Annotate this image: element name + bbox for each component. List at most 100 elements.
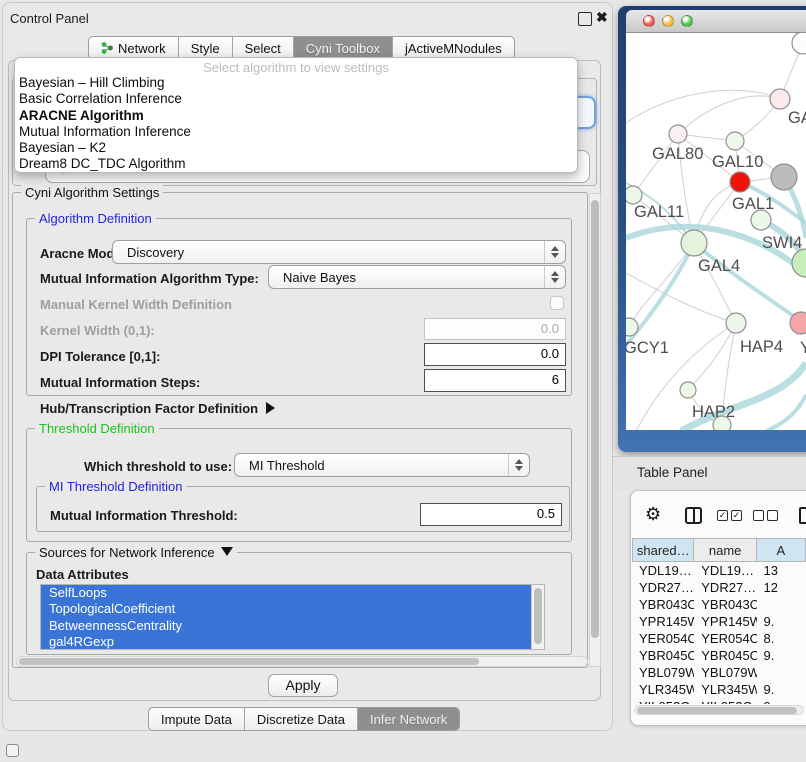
tab-impute-data[interactable]: Impute Data [149,708,245,730]
tab-cyni-toolbox[interactable]: Cyni Toolbox [294,37,393,59]
gear-icon[interactable]: ⚙ [645,504,661,525]
algorithm-popup-placeholder: Select algorithm to view settings [15,58,577,75]
table-row[interactable]: YLR345WYLR345W9. [632,681,806,698]
network-node[interactable] [770,89,790,109]
dpi-tolerance-field[interactable]: 0.0 [424,343,566,366]
table-row[interactable]: YBL079WYBL079W [632,664,806,681]
apply-button[interactable]: Apply [268,674,338,697]
network-edge[interactable] [766,395,806,430]
network-node[interactable] [751,210,771,230]
sources-title[interactable]: Sources for Network Inference [35,545,237,560]
table-row[interactable]: YBR045CYBR045C9. [632,647,806,664]
table-row[interactable]: YPR145WYPR145W9. [632,613,806,630]
table-hscrollbar-thumb[interactable] [637,707,797,714]
tab-style[interactable]: Style [179,37,233,59]
sources-title-text: Sources for Network Inference [39,545,215,560]
network-node[interactable] [626,186,642,204]
network-edge[interactable] [633,134,678,195]
network-node[interactable] [792,33,806,54]
minimize-window-icon[interactable] [662,15,674,27]
network-node[interactable] [790,312,806,334]
expanded-arrow-icon [221,547,233,556]
table-row[interactable]: YDR27…YDR27…12 [632,579,806,596]
cyni-bottom-tabs: Impute DataDiscretize DataInfer Network [148,707,460,731]
show-columns-icon[interactable]: ✓✓ [717,510,745,528]
manual-kernel-checkbox[interactable] [550,296,564,310]
mi-type-label: Mutual Information Algorithm Type: [40,271,259,286]
table-cell: YIL052C [632,698,694,704]
mi-steps-field[interactable]: 6 [424,369,566,392]
which-threshold-combo[interactable]: MI Threshold [234,453,530,477]
column-header-name[interactable]: name [694,538,756,562]
collapsed-panel-icon[interactable] [6,744,19,757]
tab-select[interactable]: Select [233,37,294,59]
split-columns-icon[interactable] [685,507,702,524]
combo-stepper-icon [544,241,565,263]
column-header-shared[interactable]: shared… [632,538,694,562]
settings-scrollbar-thumb[interactable] [591,200,599,638]
settings-hscrollbar[interactable] [16,656,588,667]
table-cell: YPR145W [694,613,756,630]
table-cell: YBR043C [694,596,756,613]
data-attribute-item[interactable]: TopologicalCoefficient [41,601,544,617]
network-canvas[interactable]: GALGAL80GAL10GAL1GAL11SWI4GAL4GCY1HAP4YH… [626,33,806,430]
network-edge[interactable] [629,243,694,327]
tab-discretize-data[interactable]: Discretize Data [245,708,358,730]
mi-threshold-field[interactable]: 0.5 [420,503,562,526]
network-node[interactable] [626,318,638,336]
close-window-icon[interactable] [643,15,655,27]
network-edge[interactable] [694,243,806,325]
network-node[interactable] [681,230,707,256]
network-node[interactable] [726,132,744,150]
network-node[interactable] [792,249,806,277]
attributes-list-scrollbar[interactable] [531,585,544,649]
algorithm-popup-item[interactable]: ARACNE Algorithm [15,108,577,124]
aracne-mode-combo[interactable]: Discovery [112,240,566,264]
float-panel-icon[interactable] [578,12,592,26]
network-edge[interactable] [626,273,736,323]
table-cell: 9. [757,613,806,630]
kernel-width-field[interactable]: 0.0 [424,318,566,340]
data-attribute-item[interactable]: BetweennessCentrality [41,618,544,634]
tab-network[interactable]: Network [89,37,179,59]
close-panel-icon[interactable]: ✖ [596,9,608,26]
document-icon[interactable] [799,507,806,524]
attributes-scrollbar-thumb[interactable] [534,588,542,644]
network-edge[interactable] [678,96,780,134]
table-row[interactable]: YDL19…YDL19…13 [632,562,806,579]
network-window-titlebar[interactable] [626,10,806,33]
tab-jactivemnodules[interactable]: jActiveMNodules [393,37,514,59]
column-header-A[interactable]: A [757,538,806,562]
hub-definition-toggle[interactable]: Hub/Transcription Factor Definition [40,401,275,416]
network-node[interactable] [669,125,687,143]
hide-columns-icon[interactable] [753,510,781,528]
data-attribute-item[interactable]: gal4RGexp [41,634,544,650]
network-node[interactable] [771,164,797,190]
network-node[interactable] [726,313,746,333]
network-node[interactable] [730,172,750,192]
zoom-window-icon[interactable] [681,15,693,27]
cyni-settings-title: Cyni Algorithm Settings [21,185,163,200]
tab-infer-network[interactable]: Infer Network [358,708,459,730]
algorithm-popup-item[interactable]: Mutual Information Inference [15,124,577,140]
table-row[interactable]: YBR043CYBR043C [632,596,806,613]
algorithm-popup-items: Bayesian – Hill ClimbingBasic Correlatio… [15,75,577,173]
algorithm-popup-item[interactable]: Basic Correlation Inference [15,91,577,107]
table-row[interactable]: YIL052CYIL052C9. [632,698,806,704]
table-hscrollbar[interactable] [634,705,804,715]
algorithm-popup-item[interactable]: Bayesian – K2 [15,140,577,156]
network-edge[interactable] [688,323,736,390]
mi-type-combo[interactable]: Naive Bayes [268,265,566,289]
algorithm-popup-item[interactable]: Bayesian – Hill Climbing [15,75,577,91]
algorithm-popup-item[interactable]: Dream8 DC_TDC Algorithm [15,156,577,172]
data-attributes-list[interactable]: SelfLoopsTopologicalCoefficientBetweenne… [40,584,545,650]
network-node[interactable] [680,382,696,398]
node-label: GAL [788,109,806,127]
mi-threshold-definition-title: MI Threshold Definition [45,479,186,494]
settings-hscrollbar-thumb[interactable] [19,658,479,665]
table-row[interactable]: YER054CYER054C8. [632,630,806,647]
table-cell: 8. [757,630,806,647]
settings-scrollbar[interactable] [589,193,601,667]
data-attribute-item[interactable]: SelfLoops [41,585,544,601]
network-edge[interactable] [626,90,780,123]
